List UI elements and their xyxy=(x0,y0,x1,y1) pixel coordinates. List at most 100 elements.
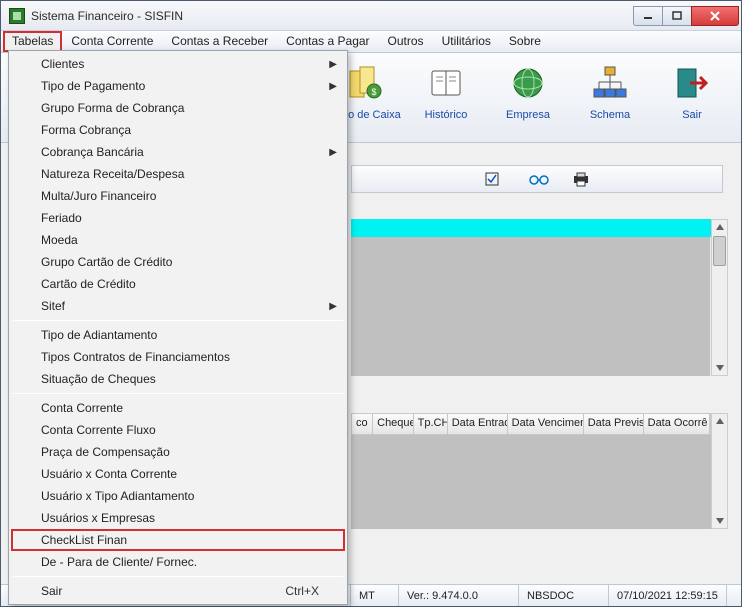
menu-item-label: Conta Corrente Fluxo xyxy=(41,423,156,437)
menu-item-conta-corrente-fluxo[interactable]: Conta Corrente Fluxo xyxy=(11,419,345,441)
scrollbar-thumb[interactable] xyxy=(713,236,726,266)
minimize-icon xyxy=(643,11,653,21)
menu-item-label: Conta Corrente xyxy=(41,401,123,415)
menu-contas-a-receber[interactable]: Contas a Receber xyxy=(162,31,277,52)
menu-separator xyxy=(13,393,343,394)
column-header[interactable]: Data Entrada xyxy=(448,414,508,434)
column-header[interactable]: Data Previsão xyxy=(584,414,644,434)
menu-separator xyxy=(13,320,343,321)
toolbar-historico-button[interactable]: Histórico xyxy=(405,53,487,142)
status-db: NBSDOC xyxy=(519,585,609,606)
menu-item-label: Feriado xyxy=(41,211,82,225)
scrollbar-lower[interactable] xyxy=(711,413,728,529)
scroll-up-icon xyxy=(715,417,725,425)
menu-conta-corrente[interactable]: Conta Corrente xyxy=(62,31,162,52)
app-icon xyxy=(9,8,25,24)
menu-item-usu-rio-x-conta-corrente[interactable]: Usuário x Conta Corrente xyxy=(11,463,345,485)
menu-item-tipo-de-adiantamento[interactable]: Tipo de Adiantamento xyxy=(11,324,345,346)
menu-item-pra-a-de-compensa-o[interactable]: Praça de Compensação xyxy=(11,441,345,463)
menu-item-label: Clientes xyxy=(41,57,84,71)
menu-item-label: De - Para de Cliente/ Fornec. xyxy=(41,555,197,569)
scroll-up-icon xyxy=(715,223,725,231)
globe-icon xyxy=(508,63,548,103)
menu-item-conta-corrente[interactable]: Conta Corrente xyxy=(11,397,345,419)
scrollbar-upper[interactable] xyxy=(711,219,728,376)
column-header[interactable]: Data Ocorrê xyxy=(644,414,710,434)
toolbar-label: Empresa xyxy=(506,109,550,121)
toolbar-sair-button[interactable]: Sair xyxy=(651,53,733,142)
menu-item-tipos-contratos-de-financiamentos[interactable]: Tipos Contratos de Financiamentos xyxy=(11,346,345,368)
menu-item-clientes[interactable]: Clientes▶ xyxy=(11,53,345,75)
menu-item-label: Forma Cobrança xyxy=(41,123,131,137)
status-version: Ver.: 9.474.0.0 xyxy=(399,585,519,606)
scroll-down-icon xyxy=(715,364,725,372)
book-icon xyxy=(426,63,466,103)
menu-item-label: Usuários x Empresas xyxy=(41,511,155,525)
menu-item-usu-rios-x-empresas[interactable]: Usuários x Empresas xyxy=(11,507,345,529)
menu-item-checklist-finan[interactable]: CheckList Finan xyxy=(11,529,345,551)
menu-item-label: Sitef xyxy=(41,299,65,313)
toolbar-label: Schema xyxy=(590,109,630,121)
menu-item-label: Sair xyxy=(41,584,62,598)
lower-grid-body[interactable] xyxy=(351,435,711,529)
svg-text:$: $ xyxy=(371,87,376,97)
menu-item-label: Cartão de Crédito xyxy=(41,277,136,291)
printer-icon[interactable] xyxy=(572,171,590,187)
menu-item-label: Tipo de Pagamento xyxy=(41,79,145,93)
menu-item-sair[interactable]: Sair Ctrl+X xyxy=(11,580,345,602)
menu-item-grupo-forma-de-cobran-a[interactable]: Grupo Forma de Cobrança xyxy=(11,97,345,119)
cashflow-icon: $ xyxy=(344,63,384,103)
exit-icon xyxy=(672,63,712,103)
menu-item-label: Natureza Receita/Despesa xyxy=(41,167,184,181)
maximize-button[interactable] xyxy=(662,6,692,26)
tabelas-dropdown: Clientes▶Tipo de Pagamento▶Grupo Forma d… xyxy=(8,50,348,605)
menu-sobre[interactable]: Sobre xyxy=(500,31,550,52)
menu-item-label: CheckList Finan xyxy=(41,533,127,547)
glasses-icon[interactable] xyxy=(528,171,546,187)
status-uf: MT xyxy=(351,585,399,606)
toolbar-schema-button[interactable]: Schema xyxy=(569,53,651,142)
column-header[interactable]: co xyxy=(352,414,373,434)
schema-icon xyxy=(590,63,630,103)
menu-item-cart-o-de-cr-dito[interactable]: Cartão de Crédito xyxy=(11,273,345,295)
menu-item-de-para-de-cliente-fornec-[interactable]: De - Para de Cliente/ Fornec. xyxy=(11,551,345,573)
upper-grid-body[interactable] xyxy=(351,237,711,376)
window-controls xyxy=(634,5,739,27)
menu-contas-a-pagar[interactable]: Contas a Pagar xyxy=(277,31,378,52)
scroll-down-icon xyxy=(715,517,725,525)
column-header[interactable]: Tp.CH xyxy=(414,414,448,434)
maximize-icon xyxy=(672,11,682,21)
menu-item-label: Tipo de Adiantamento xyxy=(41,328,157,342)
close-icon xyxy=(709,10,721,22)
submenu-arrow-icon: ▶ xyxy=(329,301,337,312)
checkbox-icon[interactable] xyxy=(484,171,502,187)
menu-item-feriado[interactable]: Feriado xyxy=(11,207,345,229)
titlebar: Sistema Financeiro - SISFIN xyxy=(1,1,741,31)
menu-item-sitef[interactable]: Sitef ▶ xyxy=(11,295,345,317)
status-datetime: 07/10/2021 12:59:15 xyxy=(609,585,727,606)
menu-item-natureza-receita-despesa[interactable]: Natureza Receita/Despesa xyxy=(11,163,345,185)
menu-item-tipo-de-pagamento[interactable]: Tipo de Pagamento ▶ xyxy=(11,75,345,97)
menu-utilitários[interactable]: Utilitários xyxy=(433,31,500,52)
menu-item-moeda[interactable]: Moeda xyxy=(11,229,345,251)
minimize-button[interactable] xyxy=(633,6,663,26)
menu-item-grupo-cart-o-de-cr-dito[interactable]: Grupo Cartão de Crédito xyxy=(11,251,345,273)
toolbar-empresa-button[interactable]: Empresa xyxy=(487,53,569,142)
column-header[interactable]: Data Vencimento xyxy=(508,414,584,434)
menu-item-cobran-a-banc-ria[interactable]: Cobrança Bancária▶ xyxy=(11,141,345,163)
menu-outros[interactable]: Outros xyxy=(379,31,433,52)
menu-shortcut: Ctrl+X xyxy=(285,584,319,598)
menu-item-situa-o-de-cheques[interactable]: Situação de Cheques xyxy=(11,368,345,390)
close-button[interactable] xyxy=(691,6,739,26)
menu-item-label: Usuário x Conta Corrente xyxy=(41,467,177,481)
menu-item-label: Cobrança Bancária xyxy=(41,145,144,159)
menu-item-label: Praça de Compensação xyxy=(41,445,170,459)
menu-item-label: Multa/Juro Financeiro xyxy=(41,189,156,203)
menu-item-usu-rio-x-tipo-adiantamento[interactable]: Usuário x Tipo Adiantamento xyxy=(11,485,345,507)
menu-item-label: Tipos Contratos de Financiamentos xyxy=(41,350,230,364)
menu-item-forma-cobran-a[interactable]: Forma Cobrança xyxy=(11,119,345,141)
submenu-arrow-icon: ▶ xyxy=(329,81,337,92)
menu-item-multa-juro-financeiro[interactable]: Multa/Juro Financeiro xyxy=(11,185,345,207)
column-header[interactable]: Cheque xyxy=(373,414,414,434)
menu-tabelas[interactable]: Tabelas xyxy=(3,31,62,52)
